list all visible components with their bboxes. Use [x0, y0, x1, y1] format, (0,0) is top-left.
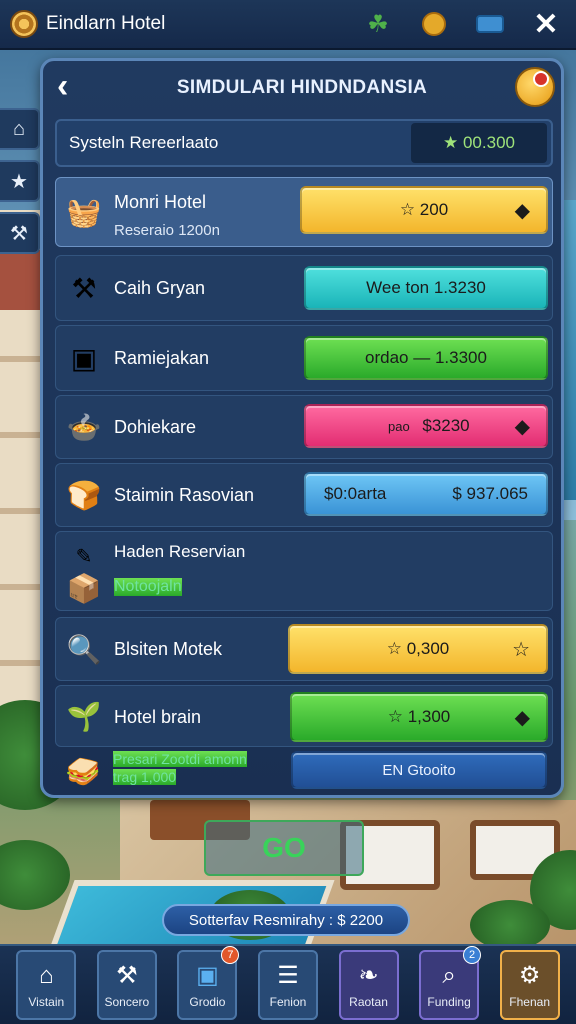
system-label: Systeln Rereerlaato	[69, 133, 219, 152]
star-icon: ★	[10, 170, 28, 193]
row-label: Caih Gryan	[114, 278, 206, 298]
list-item[interactable]: ▣ Ramiejakan ordao — 1.3300	[55, 325, 553, 391]
star-icon: ☆	[512, 638, 530, 661]
hotel-logo-icon	[10, 10, 38, 38]
row-label: Monri Hotel	[114, 192, 207, 212]
home-side-button[interactable]: ⌂	[0, 108, 40, 150]
price-prefix: pao	[388, 418, 410, 434]
plant-icon[interactable]: ☘	[358, 4, 398, 44]
hammer-icon: ⚒	[116, 962, 138, 989]
price-button[interactable]: ☆ 200 ◆	[300, 186, 548, 234]
system-reservation-row: Systeln Rereerlaato ★ 00.300	[55, 119, 553, 167]
price-value: ☆ 200	[399, 200, 449, 219]
plant-box-icon: 🌱	[66, 700, 102, 732]
list-item[interactable]: ✎ 📦 Haden Reservian Notoojaln	[55, 531, 553, 611]
tools-icon: ⚒	[71, 272, 97, 304]
tools-side-button[interactable]: ⚒	[0, 212, 40, 254]
price-value: $ 937.065	[452, 484, 528, 503]
row-sub: trag 1,000	[113, 769, 177, 785]
nav-label: Raotan	[349, 995, 388, 1009]
list-item[interactable]: 🔍 Blsiten Motek ☆ 0,300 ☆	[55, 617, 553, 681]
box-icon: ▣	[196, 962, 219, 989]
nav-item-soncero[interactable]: ⚒ Soncero	[96, 950, 157, 1020]
reward-badge-icon[interactable]	[515, 67, 555, 107]
bread-basket-icon: 🍞	[66, 479, 102, 511]
notification-badge: 7	[221, 946, 240, 964]
shop-icon[interactable]	[470, 4, 510, 44]
nav-label: Soncero	[104, 995, 150, 1009]
system-value: ★ 00.300	[411, 123, 547, 163]
box-icon: ▣	[70, 342, 98, 374]
price-button[interactable]: $0:0arta $ 937.065	[304, 472, 548, 516]
price-button[interactable]: ☆ 0,300 ☆	[288, 624, 548, 674]
notes-icon: ☰	[277, 962, 299, 989]
search-icon: ⌕	[442, 962, 456, 989]
gear-icon: ⚙	[518, 962, 541, 989]
home-icon: ⌂	[39, 962, 54, 989]
leaf-icon: ❧	[358, 962, 379, 989]
price-value: Wee ton 1.3230	[366, 278, 486, 297]
food-crate-icon: 📦	[66, 572, 102, 604]
price-value: ☆ 1,300	[387, 707, 451, 726]
gem-icon: ◆	[514, 415, 530, 438]
nav-label: Fenion	[269, 995, 307, 1009]
nav-item-grodio[interactable]: ▣ Grodio 7	[177, 946, 240, 1020]
row-label: Presari Zootdi amonn	[113, 751, 247, 767]
list-item[interactable]: 🌱 Hotel brain ☆ 1,300 ◆	[55, 685, 553, 747]
price-button[interactable]: ordao — 1.3300	[304, 336, 548, 380]
reservation-panel: ‹ SIMDULARI HINDNDANSIA Systeln Rereerla…	[40, 58, 564, 798]
list-item[interactable]: 🍞 Staimin Rasovian $0:0arta $ 937.065	[55, 463, 553, 527]
list-item[interactable]: 🧺 Monri Hotel Reseraio 1200n ☆ 200 ◆	[55, 177, 553, 247]
price-value: ordao — 1.3300	[365, 348, 487, 367]
magnifier-icon: 🔍	[66, 633, 102, 665]
tools-icon: ⚒	[10, 222, 28, 245]
price-button[interactable]: Wee ton 1.3230	[304, 266, 548, 310]
list-item[interactable]: 🥪 Presari Zootdi amonn trag 1,000 EN Gto…	[55, 749, 553, 791]
back-chevron-icon[interactable]: ‹	[57, 69, 87, 105]
nav-label: Fhenan	[509, 995, 550, 1009]
row-label: Ramiejakan	[114, 348, 210, 368]
go-button[interactable]: GO	[204, 820, 364, 876]
gem-icon: ◆	[514, 706, 530, 729]
nav-label: Grodio	[189, 995, 226, 1009]
panel-title: SIMDULARI HINDNDANSIA	[176, 77, 428, 98]
nav-item-funding[interactable]: ⌕ Funding 2	[419, 946, 482, 1020]
nav-label: Vistain	[28, 995, 65, 1009]
app-title: Eindlarn Hotel	[46, 13, 166, 34]
coin-icon[interactable]	[414, 4, 454, 44]
nav-item-vistain[interactable]: ⌂ Vistain	[16, 950, 77, 1020]
row-sub: Notoojaln	[114, 578, 182, 596]
price-left: $0:0arta	[324, 484, 387, 503]
dish-icon: 🍲	[66, 411, 102, 443]
bottom-nav: ⌂ Vistain ⚒ Soncero ▣ Grodio 7 ☰ Fenion …	[0, 944, 576, 1024]
nav-item-fhenan[interactable]: ⚙ Fhenan	[499, 950, 560, 1020]
close-icon[interactable]: ✕	[526, 4, 566, 44]
notification-badge: 2	[463, 946, 482, 964]
nav-item-raotan[interactable]: ❧ Raotan	[338, 950, 399, 1020]
row-label: Staimin Rasovian	[114, 485, 255, 505]
nav-label: Funding	[427, 995, 471, 1009]
price-button[interactable]: ☆ 1,300 ◆	[290, 692, 548, 742]
panel-header: ‹ SIMDULARI HINDNDANSIA	[43, 61, 561, 115]
row-label: Hotel brain	[114, 707, 202, 727]
nav-item-fenion[interactable]: ☰ Fenion	[257, 950, 318, 1020]
gem-icon: ◆	[514, 199, 530, 222]
sandwich-icon: 🥪	[65, 755, 101, 787]
top-bar: Eindlarn Hotel ☘ ✕	[0, 0, 576, 50]
row-label: Haden Reservian	[114, 542, 246, 561]
list-item[interactable]: 🍲 Dohiekare pao $3230 ◆	[55, 395, 553, 459]
price-button[interactable]: pao $3230 ◆	[304, 404, 548, 448]
row-label: Blsiten Motek	[114, 639, 223, 659]
favorites-side-button[interactable]: ★	[0, 160, 40, 202]
food-basket-icon: 🧺	[66, 196, 102, 228]
confirm-button[interactable]: EN Gtooito	[291, 751, 547, 789]
button-label: EN Gtooito	[382, 761, 456, 779]
row-sub: Reseraio 1200n	[114, 222, 220, 239]
price-value: ☆ 0,300	[386, 639, 450, 658]
list-item[interactable]: ⚒ Caih Gryan Wee ton 1.3230	[55, 255, 553, 321]
row-label: Dohiekare	[114, 417, 197, 437]
price-value: $3230	[422, 416, 470, 435]
promo-bar[interactable]: Sotterfav Resmirahy : $ 2200	[162, 904, 410, 936]
home-icon: ⌂	[12, 117, 26, 140]
